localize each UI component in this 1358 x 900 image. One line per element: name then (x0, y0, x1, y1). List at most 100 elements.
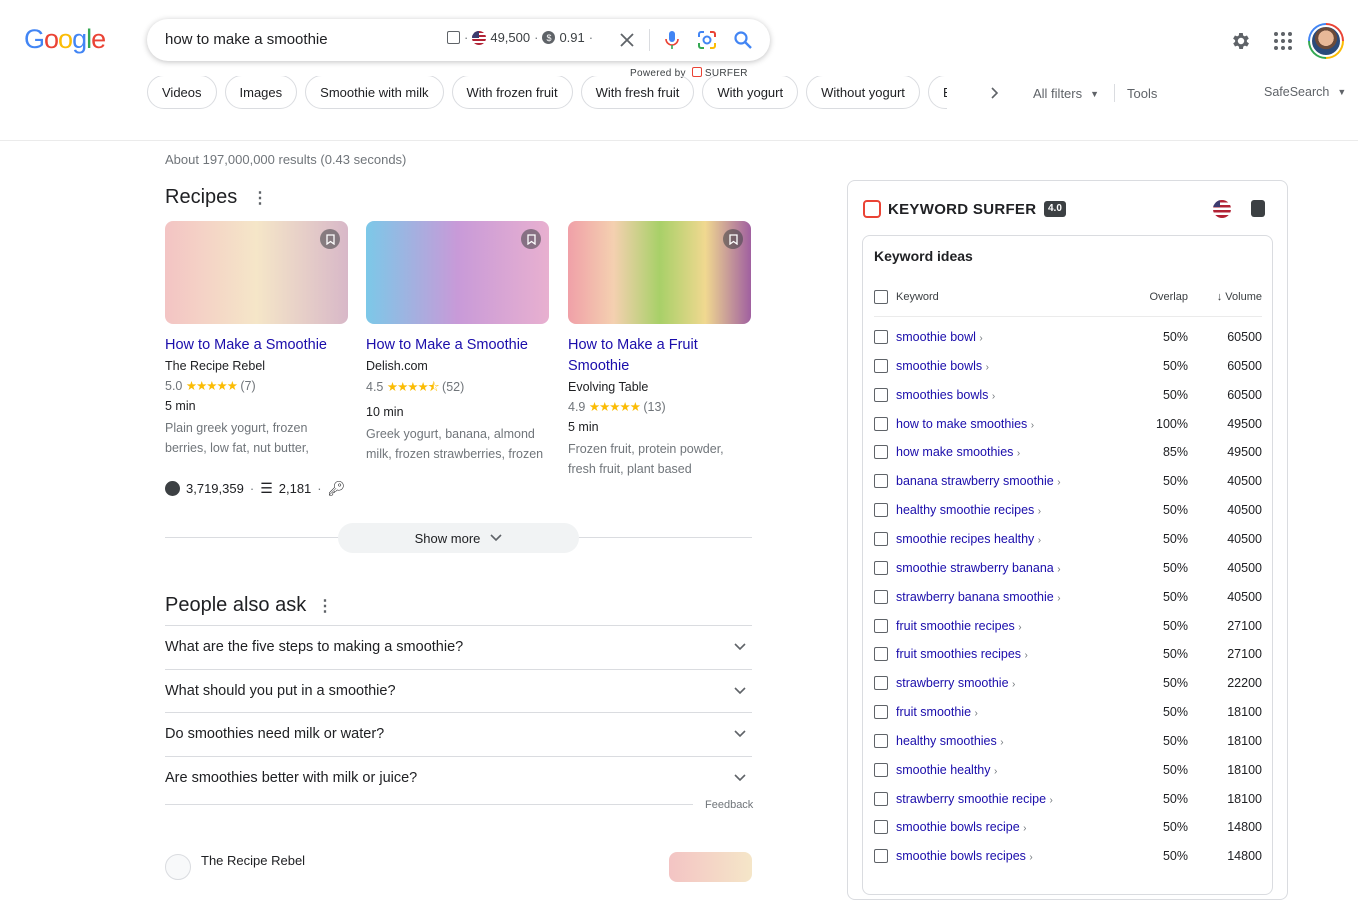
keyword-link[interactable]: how make smoothies › (896, 445, 1128, 459)
filter-chip[interactable]: Smoothie with milk (305, 76, 444, 109)
keyword-checkbox[interactable] (874, 733, 888, 748)
keyword-checkbox[interactable] (874, 387, 888, 402)
col-keyword[interactable]: Keyword (896, 291, 1128, 303)
keyword-volume: 18100 (1227, 762, 1262, 777)
paa-question[interactable]: What are the five steps to making a smoo… (165, 625, 752, 668)
keyword-link[interactable]: smoothie bowl › (896, 330, 1128, 344)
result-thumbnail[interactable] (669, 852, 752, 882)
keyword-link[interactable]: smoothies bowls › (896, 388, 1128, 402)
keyword-checkbox[interactable] (874, 416, 888, 431)
recipe-card[interactable]: How to Make a Smoothie Delish.com 4.5 ★★★★… (366, 335, 549, 464)
apps-grid-icon[interactable] (1274, 32, 1292, 50)
recipe-card[interactable]: How to Make a Fruit Smoothie Evolving Tab… (568, 335, 751, 479)
search-icon[interactable] (733, 30, 753, 50)
recipe-image[interactable] (165, 221, 348, 324)
keyword-link[interactable]: strawberry smoothie › (896, 676, 1128, 690)
keyword-link[interactable]: strawberry banana smoothie › (896, 590, 1128, 604)
keyword-link[interactable]: fruit smoothie › (896, 705, 1128, 719)
keyword-checkbox[interactable] (874, 531, 888, 546)
settings-gear-icon[interactable] (1230, 30, 1252, 52)
chevron-right-icon[interactable] (987, 86, 1001, 100)
filter-chip[interactable]: Images (224, 76, 298, 109)
keyword-link[interactable]: strawberry smoothie recipe › (896, 792, 1128, 806)
keyword-link[interactable]: smoothie recipes healthy › (896, 532, 1128, 546)
keyword-checkbox[interactable] (874, 820, 888, 835)
keyword-volume: 40500 (1227, 560, 1262, 575)
more-options-icon[interactable]: ⋮ (252, 188, 268, 208)
keyword-overlap: 50% (1162, 330, 1188, 344)
keyword-link[interactable]: smoothie bowls recipe › (896, 820, 1128, 834)
keyword-checkbox[interactable] (874, 330, 888, 344)
lens-icon[interactable] (697, 30, 717, 50)
filter-chip[interactable]: Without yogurt (806, 76, 920, 109)
keyword-link[interactable]: smoothie bowls › (896, 359, 1128, 373)
keyword-link[interactable]: healthy smoothies › (896, 734, 1128, 748)
recipe-ingredients: Greek yogurt, banana, almond milk, froze… (366, 427, 544, 461)
result-source[interactable]: The Recipe Rebel (201, 853, 305, 868)
recipe-ingredients: Frozen fruit, protein powder, fresh frui… (568, 442, 724, 476)
keyword-checkbox[interactable] (874, 503, 888, 518)
more-options-icon[interactable]: ⋮ (317, 596, 333, 616)
recipe-title[interactable]: How to Make a Fruit Smoothie (568, 335, 751, 377)
surfer-checkbox[interactable] (447, 31, 460, 44)
col-volume[interactable]: ↓ Volume (1188, 291, 1262, 303)
keyword-checkbox[interactable] (874, 589, 888, 604)
keyword-link[interactable]: smoothie strawberry banana › (896, 561, 1128, 575)
keyword-link[interactable]: fruit smoothies recipes › (896, 647, 1128, 661)
keyword-link[interactable]: smoothie healthy › (896, 763, 1128, 777)
paa-question[interactable]: What should you put in a smoothie? (165, 668, 752, 712)
keyword-link[interactable]: banana strawberry smoothie › (896, 474, 1128, 488)
recipe-card[interactable]: How to Make a Smoothie The Recipe Rebel 5.… (165, 335, 348, 458)
keyword-link[interactable]: how to make smoothies › (896, 417, 1128, 431)
select-all-checkbox[interactable] (874, 290, 888, 304)
search-input[interactable]: how to make a smoothie (165, 31, 328, 48)
filter-chip[interactable]: Videos (147, 76, 217, 109)
filter-chip[interactable]: Bowl (927, 76, 947, 109)
tools-button[interactable]: Tools (1127, 86, 1157, 101)
filter-chip[interactable]: With frozen fruit (451, 76, 573, 109)
filter-chip[interactable]: With yogurt (702, 76, 799, 109)
keyword-link[interactable]: healthy smoothie recipes › (896, 503, 1128, 517)
clear-icon[interactable] (619, 32, 635, 48)
document-icon[interactable] (1251, 200, 1265, 217)
keyword-checkbox[interactable] (874, 358, 888, 373)
keyword-checkbox[interactable] (874, 705, 888, 720)
recipe-title[interactable]: How to Make a Smoothie (165, 335, 348, 356)
keyword-checkbox[interactable] (874, 560, 888, 575)
us-flag-icon[interactable] (1213, 200, 1231, 218)
mic-icon[interactable] (664, 30, 680, 50)
bookmark-icon[interactable] (320, 229, 340, 249)
paa-question[interactable]: Do smoothies need milk or water? (165, 712, 752, 755)
keyword-overlap: 50% (1162, 733, 1188, 748)
paa-question[interactable]: Are smoothies better with milk or juice? (165, 755, 752, 799)
recipe-title[interactable]: How to Make a Smoothie (366, 335, 549, 356)
account-avatar[interactable] (1308, 23, 1344, 59)
keyword-checkbox[interactable] (874, 445, 888, 460)
feedback-link[interactable]: Feedback (705, 799, 753, 811)
keyword-checkbox[interactable] (874, 849, 888, 864)
bookmark-icon[interactable] (521, 229, 541, 249)
keyword-checkbox[interactable] (874, 791, 888, 806)
keyword-checkbox[interactable] (874, 618, 888, 633)
keyword-link[interactable]: smoothie bowls recipes › (896, 849, 1128, 863)
keyword-checkbox[interactable] (874, 647, 888, 662)
safesearch-button[interactable]: SafeSearch ▼ (1264, 85, 1346, 99)
col-overlap[interactable]: Overlap (1128, 291, 1188, 303)
keyword-link[interactable]: fruit smoothie recipes › (896, 619, 1128, 633)
recipe-image[interactable] (366, 221, 549, 324)
search-box[interactable]: how to make a smoothie · 49,500 · $ 0.91… (147, 19, 770, 61)
filter-chip[interactable]: With fresh fruit (580, 76, 695, 109)
bookmark-icon[interactable] (723, 229, 743, 249)
show-more-button[interactable]: Show more (338, 523, 579, 553)
key-icon[interactable]: 🔑︎ (328, 480, 346, 497)
keyword-volume: 14800 (1227, 820, 1262, 835)
keyword-overlap: 50% (1162, 358, 1188, 373)
google-logo[interactable]: Google (24, 24, 106, 55)
keyword-checkbox[interactable] (874, 676, 888, 691)
recipe-image[interactable] (568, 221, 751, 324)
keyword-checkbox[interactable] (874, 762, 888, 777)
all-filters-button[interactable]: All filters ▼ (1033, 86, 1099, 101)
dollar-icon: $ (542, 31, 556, 44)
keyword-checkbox[interactable] (874, 474, 888, 489)
keyword-overlap: 50% (1162, 387, 1188, 402)
